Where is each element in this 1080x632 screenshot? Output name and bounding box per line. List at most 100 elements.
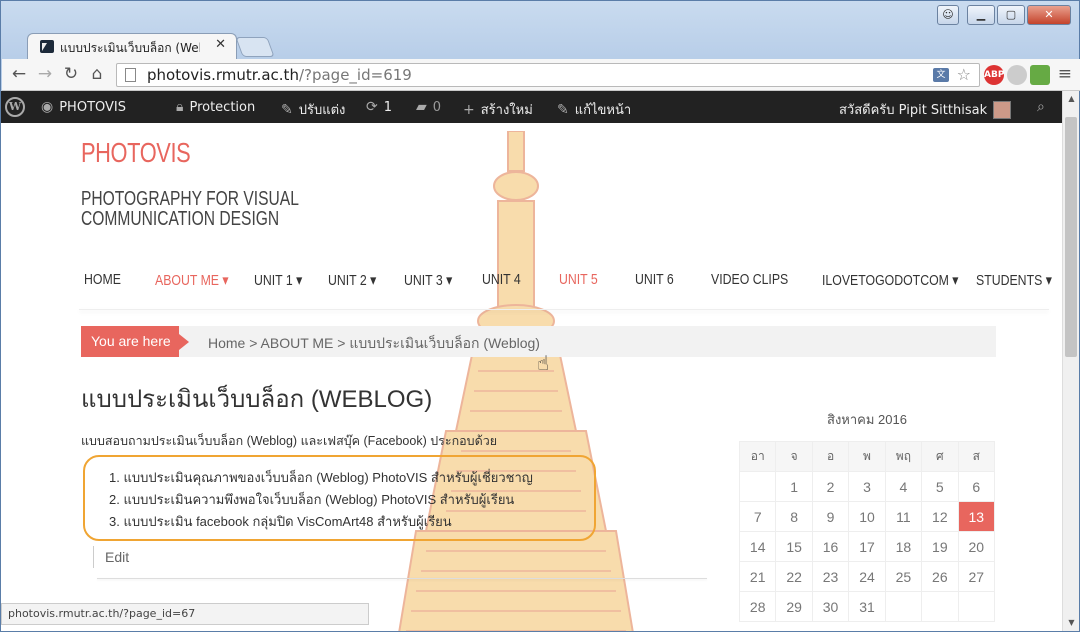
nav-unit-2[interactable]: UNIT 2 ▾ — [328, 271, 376, 289]
extension-green-icon[interactable] — [1030, 65, 1050, 85]
admin-search-icon[interactable]: ⌕ — [1037, 99, 1045, 115]
admin-protection-link[interactable]: 🔒︎ Protection — [176, 99, 255, 115]
home-icon[interactable]: ⌂ — [86, 64, 108, 84]
calendar-day[interactable]: 23 — [811, 561, 850, 592]
adblock-icon[interactable]: ABP — [984, 65, 1004, 85]
calendar-day[interactable]: 3 — [848, 471, 886, 502]
calendar-day[interactable]: 13 — [957, 501, 996, 532]
user-profile-icon[interactable]: ☺ — [937, 5, 959, 25]
calendar-day[interactable]: 15 — [775, 531, 813, 562]
calendar-day[interactable]: 30 — [811, 591, 850, 622]
calendar-day[interactable]: 20 — [957, 531, 996, 562]
tab-close-icon[interactable]: ✕ — [215, 37, 226, 52]
calendar-day — [738, 471, 777, 502]
reload-icon[interactable]: ↻ — [60, 64, 82, 84]
content-divider — [97, 578, 707, 579]
vertical-scrollbar[interactable]: ▲ ▼ — [1062, 91, 1079, 631]
nav-unit-6[interactable]: UNIT 6 — [635, 271, 674, 288]
scroll-down-icon[interactable]: ▼ — [1063, 615, 1080, 631]
tab-title: แบบประเมินเว็บบล็อก (Webl — [60, 41, 200, 55]
calendar-day[interactable]: 14 — [738, 531, 777, 562]
calendar-day[interactable]: 24 — [848, 561, 886, 592]
admin-new-link[interactable]: + สร้างใหม่ — [463, 99, 533, 120]
nav-unit-5[interactable]: UNIT 5 — [559, 271, 598, 288]
calendar-day — [884, 591, 923, 622]
calendar-day[interactable]: 9 — [811, 501, 850, 532]
admin-edit-page-link[interactable]: ✎ แก้ไขหน้า — [557, 99, 631, 120]
calendar-day[interactable]: 10 — [848, 501, 886, 532]
calendar-caption: สิงหาคม 2016 — [827, 412, 907, 427]
evaluation-link[interactable]: 3. แบบประเมิน facebook กลุ่มปิด VisComAr… — [109, 511, 452, 532]
calendar-day[interactable]: 22 — [775, 561, 813, 592]
calendar-day[interactable]: 6 — [957, 471, 996, 502]
nav-divider — [79, 309, 1049, 310]
calendar-day[interactable]: 29 — [775, 591, 813, 622]
nav-home[interactable]: HOME — [84, 271, 121, 288]
admin-customize-link[interactable]: ✎ ปรับแต่ง — [281, 99, 345, 120]
wp-admin-bar: W ◉ PHOTOVIS 🔒︎ Protection ✎ ปรับแต่ง ⟳ 1 ▰ 0… — [1, 91, 1062, 123]
calendar-day-header: อา — [738, 441, 777, 472]
site-title[interactable]: PHOTOVIS — [81, 137, 191, 169]
site-description: PHOTOGRAPHY FOR VISUAL COMMUNICATION DES… — [81, 188, 299, 230]
wordpress-logo-icon[interactable]: W — [5, 97, 25, 117]
admin-site-link[interactable]: ◉ PHOTOVIS — [41, 99, 126, 115]
admin-account-link[interactable]: สวัสดีครับ Pipit Sitthisak — [839, 99, 1012, 120]
nav-students[interactable]: STUDENTS ▾ — [976, 271, 1052, 289]
calendar-week: 28 29 30 31 — [738, 591, 996, 622]
nav-unit-3[interactable]: UNIT 3 ▾ — [404, 271, 452, 289]
forward-icon[interactable]: → — [34, 64, 56, 84]
admin-comments-link[interactable]: ▰ 0 — [416, 99, 441, 115]
calendar-day[interactable]: 21 — [738, 561, 777, 592]
breadcrumb-path[interactable]: Home > ABOUT ME > แบบประเมินเว็บบล็อก (W… — [208, 333, 540, 355]
evaluation-list: 1. แบบประเมินคุณภาพของเว็บบล็อก (Weblog)… — [83, 455, 596, 541]
nav-unit-1[interactable]: UNIT 1 ▾ — [254, 271, 302, 289]
scroll-up-icon[interactable]: ▲ — [1063, 91, 1080, 107]
nav-video-clips[interactable]: VIDEO CLIPS — [711, 271, 788, 288]
favicon-icon — [40, 40, 54, 53]
edit-link[interactable]: Edit — [93, 546, 129, 568]
menu-icon[interactable]: ≡ — [1058, 64, 1072, 84]
close-window-button[interactable]: ✕ — [1027, 5, 1071, 25]
evaluation-link[interactable]: 1. แบบประเมินคุณภาพของเว็บบล็อก (Weblog)… — [109, 467, 533, 488]
calendar-day[interactable]: 31 — [848, 591, 886, 622]
address-bar[interactable]: photovis.rmutr.ac.th/?page_id=619 文 ☆ — [116, 63, 980, 87]
calendar-day[interactable]: 12 — [921, 501, 959, 532]
calendar-day[interactable]: 8 — [775, 501, 813, 532]
scrollbar-thumb[interactable] — [1065, 117, 1077, 357]
calendar-day[interactable]: 11 — [884, 501, 923, 532]
calendar-day[interactable]: 28 — [738, 591, 777, 622]
calendar-day — [921, 591, 959, 622]
nav-unit-4[interactable]: UNIT 4 — [482, 271, 521, 288]
calendar-day[interactable]: 19 — [921, 531, 959, 562]
calendar-day[interactable]: 4 — [884, 471, 923, 502]
extension-icon[interactable] — [1007, 65, 1027, 85]
main-navigation: HOME ABOUT ME ▾ UNIT 1 ▾ UNIT 2 ▾ UNIT 3… — [1, 271, 1062, 295]
back-icon[interactable]: ← — [8, 64, 30, 84]
calendar-day[interactable]: 2 — [811, 471, 850, 502]
minimize-button[interactable]: ▁ — [967, 5, 995, 25]
nav-about-me[interactable]: ABOUT ME ▾ — [155, 271, 229, 289]
browser-toolbar: ← → ↻ ⌂ photovis.rmutr.ac.th/?page_id=61… — [2, 59, 1080, 91]
admin-updates-link[interactable]: ⟳ 1 — [366, 99, 392, 115]
translate-icon[interactable]: 文 — [933, 68, 949, 82]
calendar-day[interactable]: 18 — [884, 531, 923, 562]
calendar-day[interactable]: 25 — [884, 561, 923, 592]
calendar-day[interactable]: 7 — [738, 501, 777, 532]
new-tab-button[interactable] — [235, 37, 275, 57]
calendar-day[interactable]: 17 — [848, 531, 886, 562]
calendar-day[interactable]: 27 — [957, 561, 996, 592]
calendar-day[interactable]: 26 — [921, 561, 959, 592]
evaluation-link[interactable]: 2. แบบประเมินความพึงพอใจเว็บบล็อก (Weblo… — [109, 489, 514, 510]
calendar: อาจอพพฤศส 1 2 3 4 5 6 7 8 9 10 11 12 13 14 15 16 17 18 19 2… — [738, 441, 996, 622]
page-viewport: W ◉ PHOTOVIS 🔒︎ Protection ✎ ปรับแต่ง ⟳ 1 ▰ 0… — [1, 91, 1062, 631]
calendar-day[interactable]: 1 — [775, 471, 813, 502]
nav-ilovetogodotcom[interactable]: ILOVETOGODOTCOM ▾ — [822, 271, 958, 289]
calendar-week: 21 22 23 24 25 26 27 — [738, 561, 996, 592]
calendar-day[interactable]: 16 — [811, 531, 850, 562]
dashboard-icon: ◉ — [41, 99, 54, 115]
status-bar-url: photovis.rmutr.ac.th/?page_id=67 — [1, 603, 369, 625]
maximize-button[interactable]: ▢ — [997, 5, 1025, 25]
calendar-day[interactable]: 5 — [921, 471, 959, 502]
browser-tab[interactable]: แบบประเมินเว็บบล็อก (Webl ✕ — [27, 33, 237, 60]
bookmark-star-icon[interactable]: ☆ — [957, 65, 971, 84]
